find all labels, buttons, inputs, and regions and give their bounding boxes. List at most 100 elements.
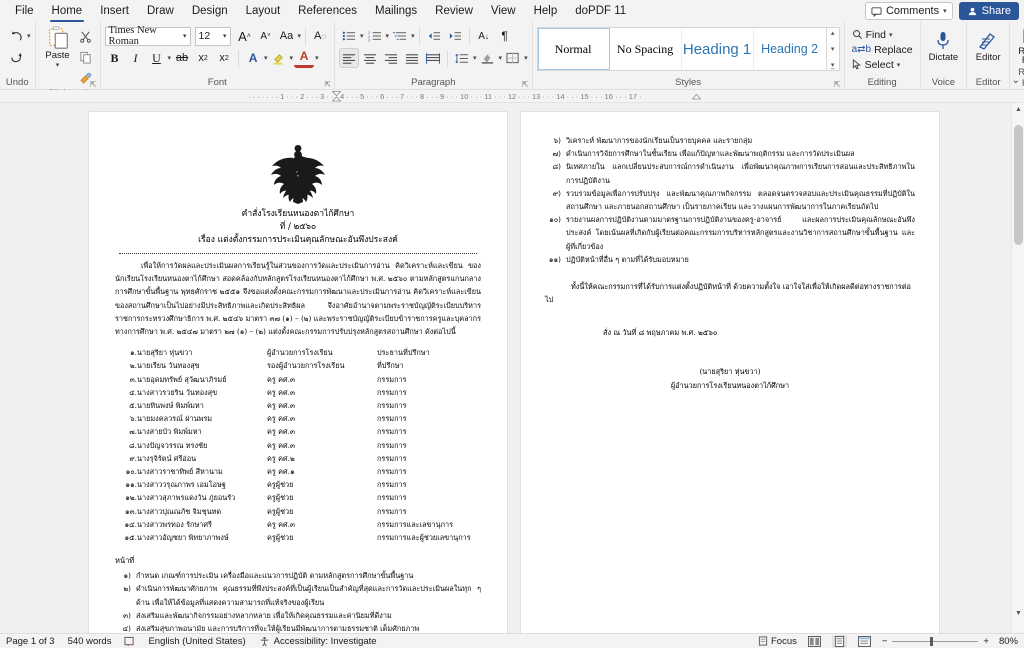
subscript-button[interactable]: x2 xyxy=(193,48,213,68)
tab-file[interactable]: File xyxy=(6,0,43,22)
clear-formatting-icon[interactable]: A ◌ xyxy=(310,26,330,46)
find-dropdown-icon[interactable]: ▾ xyxy=(889,31,893,39)
tab-view[interactable]: View xyxy=(482,0,525,22)
tab-help[interactable]: Help xyxy=(525,0,567,22)
right-indent-marker-icon[interactable] xyxy=(692,94,701,102)
chevron-down-icon[interactable]: ▾ xyxy=(943,7,947,15)
comments-button[interactable]: Comments ▾ xyxy=(864,2,953,20)
zoom-level[interactable]: 80% xyxy=(999,636,1018,647)
tab-layout[interactable]: Layout xyxy=(237,0,290,22)
undo-icon[interactable] xyxy=(6,26,26,46)
bullet-list-icon[interactable] xyxy=(339,26,359,46)
superscript-button[interactable]: x2 xyxy=(214,48,234,68)
style-heading-1[interactable]: Heading 1 xyxy=(682,28,754,70)
styles-gallery[interactable]: Normal No Spacing Heading 1 Heading 2 xyxy=(536,27,827,71)
align-center-icon[interactable] xyxy=(360,48,380,68)
align-right-icon[interactable] xyxy=(381,48,401,68)
style-heading-2[interactable]: Heading 2 xyxy=(754,28,826,70)
text-effects-icon[interactable]: A xyxy=(243,48,263,68)
scrollbar-thumb[interactable] xyxy=(1014,125,1023,245)
page-indicator[interactable]: Page 1 of 3 xyxy=(6,636,55,647)
paragraph-mark-icon[interactable]: ¶ xyxy=(495,26,515,46)
clipboard-dialog-launcher[interactable]: ⇱ xyxy=(90,80,97,89)
multilevel-dropdown-icon[interactable]: ▾ xyxy=(411,32,415,40)
strikethrough-button[interactable]: ab xyxy=(172,48,192,68)
highlight-color-icon[interactable] xyxy=(269,48,289,68)
line-spacing-icon[interactable] xyxy=(452,48,472,68)
scroll-up-icon[interactable]: ▲ xyxy=(1012,103,1024,116)
styles-scroll-down-icon[interactable]: ▾ xyxy=(831,45,835,53)
decrease-indent-icon[interactable] xyxy=(424,26,444,46)
vertical-scrollbar[interactable]: ▲ ▼ xyxy=(1011,103,1024,633)
horizontal-ruler[interactable]: · · · · · · · 1 · · · 2 · · · 3 · · · 4 … xyxy=(0,90,1024,103)
web-layout-icon[interactable] xyxy=(857,635,872,648)
zoom-slider-thumb[interactable] xyxy=(930,636,934,646)
change-case-dropdown-icon[interactable]: ▾ xyxy=(298,32,302,40)
collapse-ribbon-icon[interactable]: ⌄ xyxy=(1012,75,1020,86)
font-size-box[interactable]: 12 ▾ xyxy=(194,26,231,46)
language-indicator[interactable]: English (United States) xyxy=(148,636,245,647)
find-button[interactable]: Find ▾ xyxy=(849,27,916,42)
undo-dropdown-icon[interactable]: ▾ xyxy=(27,32,31,40)
styles-gallery-scroll[interactable]: ▴ ▾ ▾̲ xyxy=(826,27,840,71)
borders-dropdown-icon[interactable]: ▾ xyxy=(524,54,528,62)
read-mode-icon[interactable] xyxy=(807,635,822,648)
justify-icon[interactable] xyxy=(402,48,422,68)
font-name-dropdown-icon[interactable]: ▾ xyxy=(183,32,187,40)
proofing-errors-icon[interactable] xyxy=(124,636,135,647)
numbering-dropdown-icon[interactable]: ▾ xyxy=(386,32,390,40)
font-dialog-launcher[interactable]: ⇱ xyxy=(324,80,331,89)
shading-icon[interactable] xyxy=(478,48,498,68)
font-color-dropdown-icon[interactable]: ▾ xyxy=(315,54,319,62)
redo-icon[interactable] xyxy=(6,47,26,67)
increase-indent-icon[interactable] xyxy=(445,26,465,46)
reuse-files-button[interactable]: Reuse Files xyxy=(1014,27,1024,67)
select-button[interactable]: Select ▾ xyxy=(849,57,916,72)
text-effects-dropdown-icon[interactable]: ▾ xyxy=(264,54,268,62)
borders-icon[interactable] xyxy=(503,48,523,68)
style-no-spacing[interactable]: No Spacing xyxy=(610,28,682,70)
shading-dropdown-icon[interactable]: ▾ xyxy=(499,54,503,62)
styles-dialog-launcher[interactable]: ⇱ xyxy=(834,80,841,89)
editor-button[interactable]: Editor xyxy=(971,29,1005,64)
bullets-dropdown-icon[interactable]: ▾ xyxy=(360,32,364,40)
tab-home[interactable]: Home xyxy=(43,0,92,22)
highlight-dropdown-icon[interactable]: ▾ xyxy=(290,54,294,62)
sort-az-icon[interactable]: A ↓ xyxy=(474,26,494,46)
accessibility-status[interactable]: Accessibility: Investigate xyxy=(259,636,377,647)
tab-dopdf[interactable]: doPDF 11 xyxy=(566,0,635,22)
change-case-icon[interactable]: Aa xyxy=(277,26,297,46)
tab-draw[interactable]: Draw xyxy=(138,0,183,22)
document-canvas[interactable]: คำสั่งโรงเรียนหนองตาไก้ศึกษา ที่ / ๒๕๖๐ … xyxy=(0,103,1024,633)
font-color-icon[interactable]: A xyxy=(294,48,315,68)
copy-icon[interactable] xyxy=(76,47,96,67)
grow-font-icon[interactable]: A ˄ xyxy=(235,26,255,46)
document-page-2[interactable]: ๖) วิเคราะห์ พัฒนาการของนักเรียนเป็นรายบุ… xyxy=(521,112,939,633)
document-page-1[interactable]: คำสั่งโรงเรียนหนองตาไก้ศึกษา ที่ / ๒๕๖๐ … xyxy=(89,112,507,633)
styles-more-icon[interactable]: ▾̲ xyxy=(831,61,835,69)
scroll-down-icon[interactable]: ▼ xyxy=(1012,607,1024,620)
select-dropdown-icon[interactable]: ▾ xyxy=(897,61,901,69)
zoom-in-button[interactable]: + xyxy=(983,636,989,647)
paste-dropdown-icon[interactable]: ▾ xyxy=(56,61,60,69)
cut-icon[interactable] xyxy=(76,26,96,46)
numbered-list-icon[interactable]: 123 xyxy=(365,26,385,46)
left-indent-marker-icon[interactable] xyxy=(332,91,341,102)
italic-button[interactable]: I xyxy=(126,48,146,68)
tab-review[interactable]: Review xyxy=(426,0,482,22)
tab-insert[interactable]: Insert xyxy=(91,0,138,22)
zoom-slider[interactable]: − + xyxy=(882,636,989,647)
styles-scroll-up-icon[interactable]: ▴ xyxy=(831,29,835,37)
zoom-slider-track[interactable] xyxy=(892,636,979,646)
shrink-font-icon[interactable]: A ˅ xyxy=(256,26,276,46)
share-button[interactable]: Share xyxy=(958,2,1019,20)
word-count[interactable]: 540 words xyxy=(68,636,112,647)
print-layout-icon[interactable] xyxy=(831,634,847,648)
replace-button[interactable]: a⇄b Replace xyxy=(849,42,916,57)
distributed-icon[interactable] xyxy=(423,48,443,68)
zoom-out-button[interactable]: − xyxy=(882,636,888,647)
font-name-box[interactable]: Times New Roman ▾ xyxy=(104,25,191,47)
paragraph-dialog-launcher[interactable]: ⇱ xyxy=(522,80,529,89)
tab-design[interactable]: Design xyxy=(183,0,237,22)
dictate-button[interactable]: Dictate xyxy=(925,29,963,64)
